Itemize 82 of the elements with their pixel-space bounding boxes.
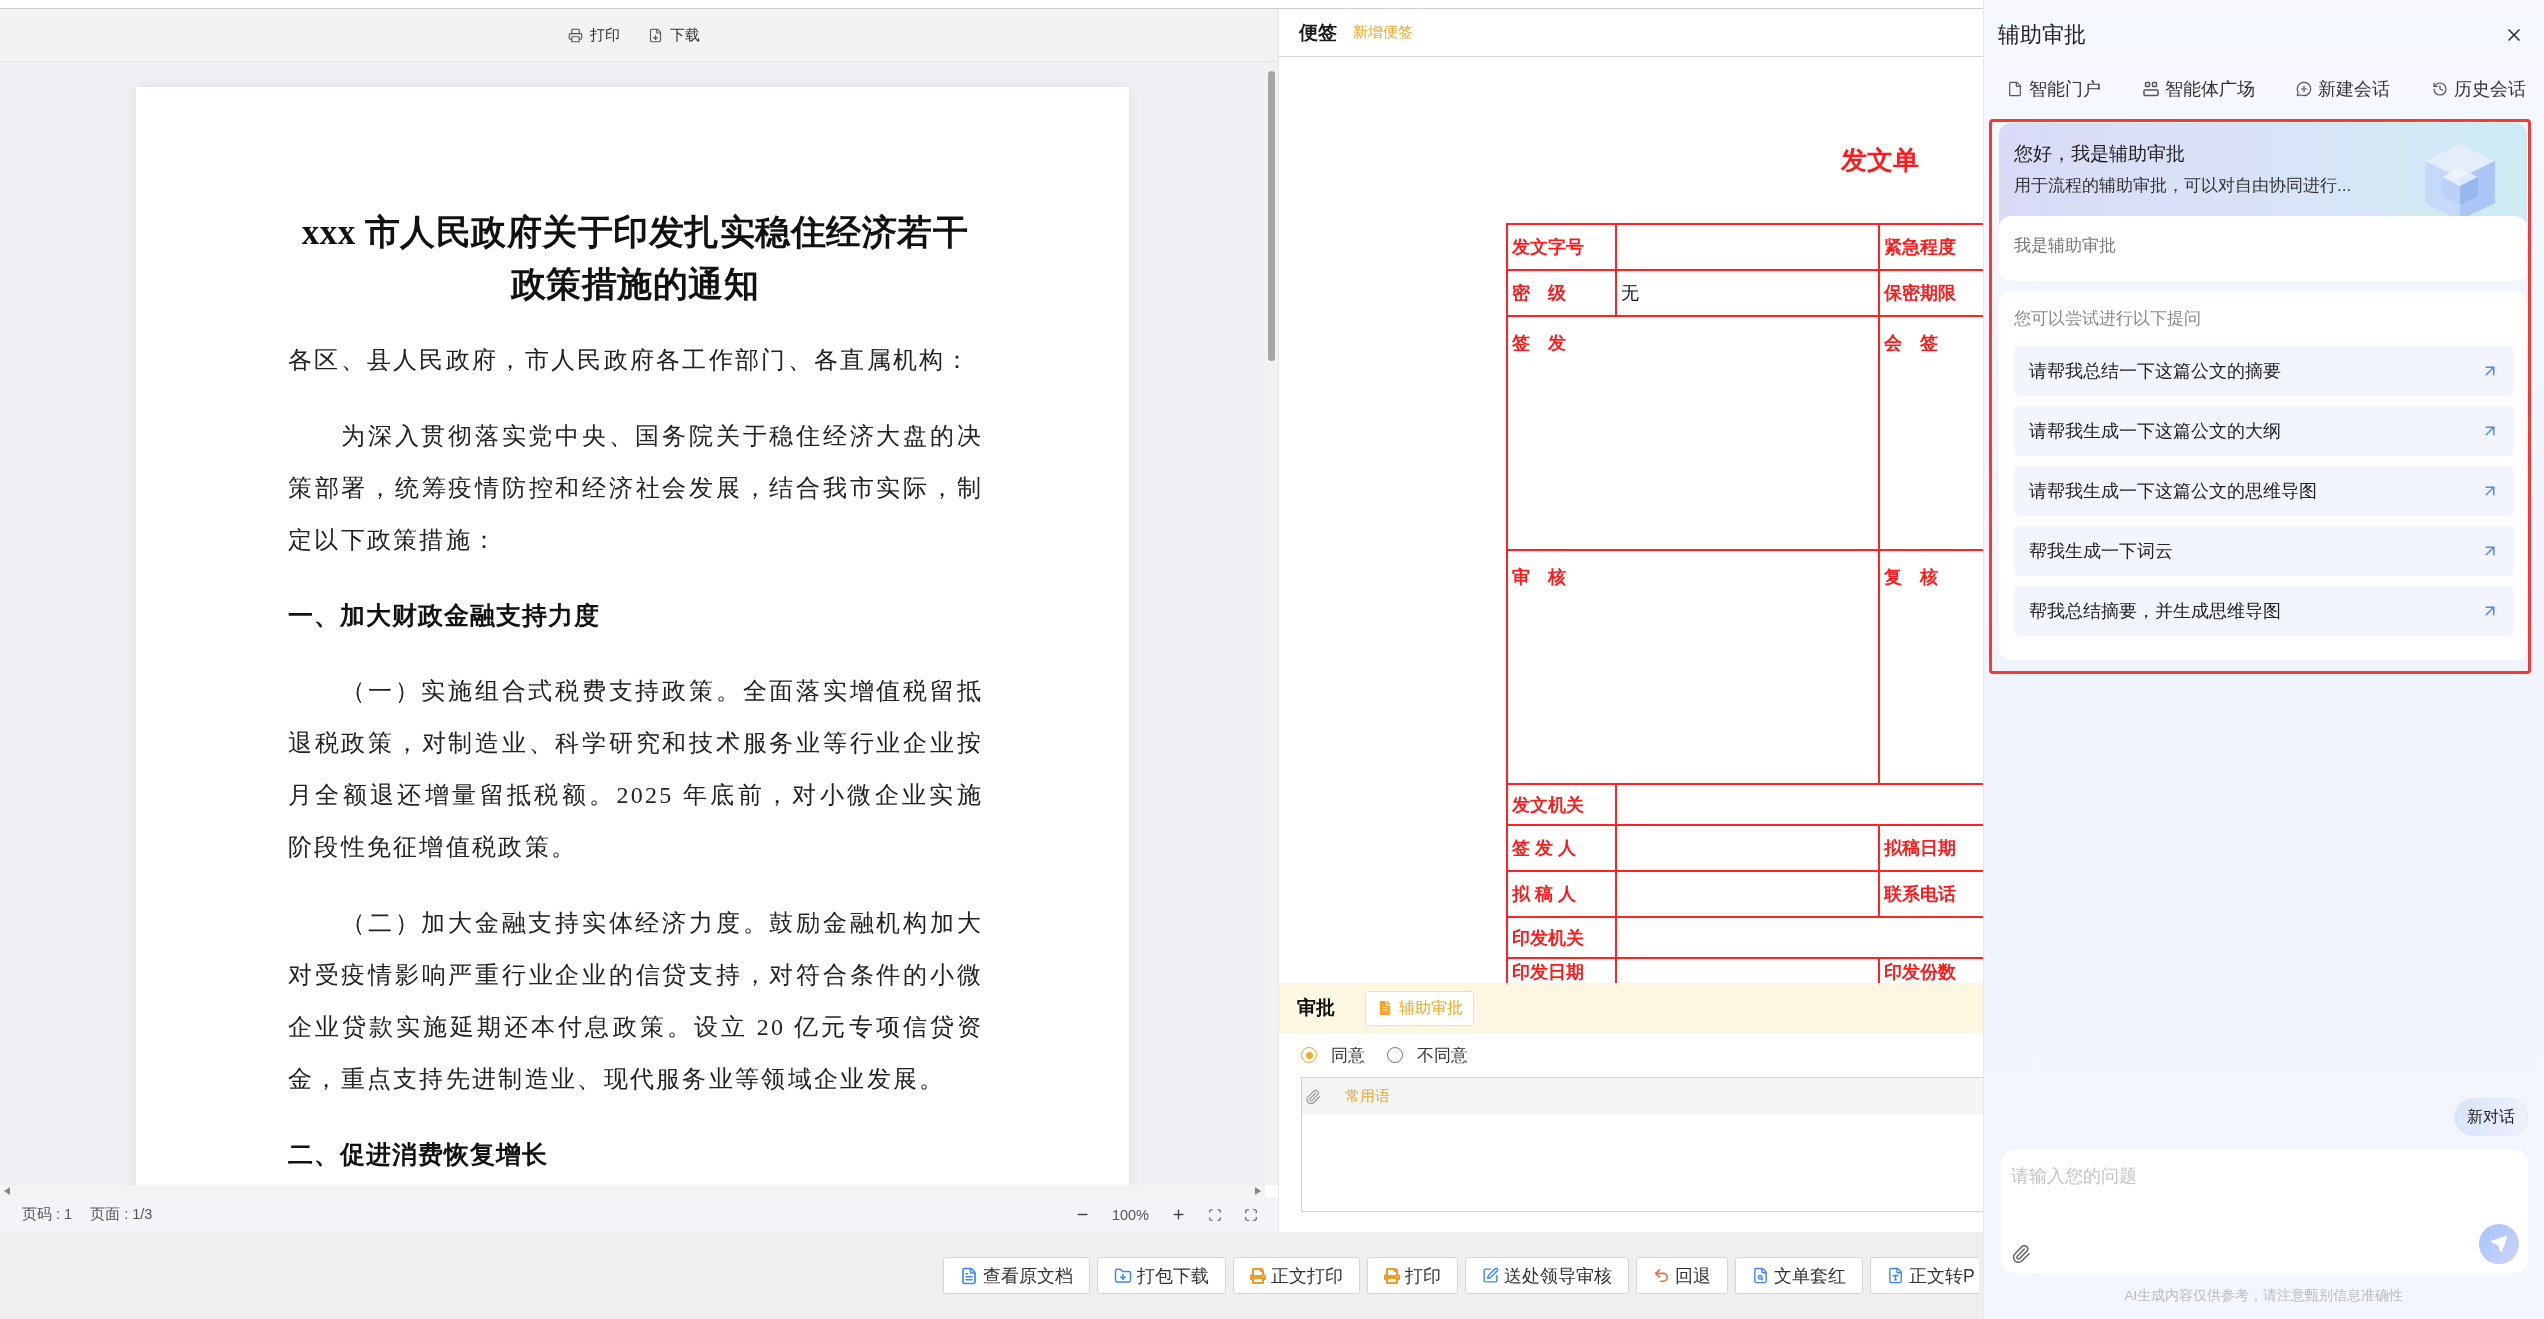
folder-download-icon	[1114, 1266, 1132, 1285]
document-icon	[960, 1266, 978, 1285]
suggestion-item[interactable]: 请帮我生成一下这篇公文的大纲	[2014, 406, 2514, 456]
new-chat-button[interactable]: 新对话	[2454, 1098, 2528, 1136]
intro-message: 我是辅助审批	[1999, 216, 2527, 281]
nav-link[interactable]: 智能体广场	[2142, 77, 2255, 101]
greeting-title: 您好，我是辅助审批	[2014, 142, 2186, 166]
suggestion-item[interactable]: 帮我总结摘要，并生成思维导图	[2014, 586, 2514, 636]
form-label: 签 发 人	[1507, 825, 1616, 871]
panel-title: 辅助审批	[1998, 21, 2086, 49]
action-button[interactable]: 查看原文档	[943, 1257, 1090, 1294]
radio-option[interactable]: 同意	[1301, 1043, 1365, 1067]
body-paragraph: 为深入贯彻落实党中央、国务院关于稳住经济大盘的决策部署，统筹疫情防控和经济社会发展，结合我市实际，制定以下政策措施：	[288, 422, 983, 555]
undo-icon	[1653, 1267, 1670, 1284]
printer-icon	[1384, 1267, 1400, 1284]
send-icon	[2490, 1235, 2508, 1253]
action-button[interactable]: 正文打印	[1233, 1257, 1360, 1294]
document-title: xxx 市人民政府关于印发扎实稳住经济若干政策措施的通知	[300, 212, 970, 306]
form-title: 发文单	[1841, 145, 1919, 175]
form-label: 发文机关	[1507, 784, 1616, 825]
chat-plus-icon	[2296, 81, 2313, 97]
nav-link[interactable]: 新建会话	[2296, 77, 2391, 101]
greeting-subtitle: 用于流程的辅助审批，可以对自由协同进行...	[2014, 175, 2352, 197]
nav-link[interactable]: 智能门户	[2007, 77, 2101, 101]
form-label: 会 签	[1884, 333, 1938, 353]
suggestion-item[interactable]: 请帮我总结一下这篇公文的摘要	[2014, 346, 2514, 396]
radio-button[interactable]	[1387, 1047, 1403, 1063]
paperclip-icon[interactable]	[1305, 1088, 1321, 1105]
form-label: 复 核	[1884, 567, 1938, 587]
suggestion-item[interactable]: 请帮我生成一下这篇公文的思维导图	[2014, 466, 2514, 516]
zoom-in-icon[interactable]	[1171, 1207, 1186, 1222]
suggestions-heading: 您可以尝试进行以下提问	[2014, 308, 2202, 330]
fullscreen-icon[interactable]	[1244, 1207, 1258, 1222]
body-paragraph: （二）加大金融支持实体经济力度。鼓励金融机构加大对受疫情影响严重行业企业的信贷支持，对符合条件的小微企业贷款实施延期还本付息政策。设立 20 亿元专项信贷资金，重点支持先进制造业、现代服务业等领域企业发展。	[288, 909, 983, 1094]
action-button[interactable]: 文单套红	[1735, 1257, 1863, 1294]
input-box[interactable]: 请输入您的问题	[2001, 1150, 2528, 1273]
pen-icon	[1482, 1267, 1499, 1284]
action-button[interactable]: 送处领导审核	[1465, 1257, 1629, 1294]
file-search-icon	[1752, 1267, 1769, 1284]
form-label: 发文字号	[1507, 224, 1616, 270]
toolbar-button[interactable]: 下载	[648, 25, 700, 45]
salutation-text: 各区、县人民政府，市人民政府各工作部门、各直属机构：	[288, 346, 973, 375]
file-icon	[2007, 81, 2023, 97]
action-button[interactable]: 打包下载	[1097, 1257, 1226, 1294]
radio-option[interactable]: 不同意	[1387, 1043, 1468, 1067]
scroll-right-icon[interactable]	[1255, 1187, 1261, 1195]
section-heading: 二、促进消费恢复增长	[288, 1139, 549, 1170]
page-number-text: 页码 : 1	[22, 1205, 73, 1224]
toolbar-button[interactable]: 打印	[568, 25, 620, 45]
scan-frame-icon[interactable]	[1208, 1207, 1222, 1222]
nav-link[interactable]: 历史会话	[2431, 77, 2526, 101]
suggestion-item[interactable]: 帮我生成一下词云	[2014, 526, 2514, 576]
radio-button[interactable]	[1301, 1047, 1317, 1063]
question-field[interactable]: 请输入您的问题	[2011, 1164, 2519, 1224]
form-label: 审 核	[1512, 567, 1566, 587]
section-heading: 一、加大财政金融支持力度	[288, 600, 601, 631]
approval-title: 审批	[1297, 996, 1335, 1020]
horizontal-scrollbar[interactable]	[0, 1185, 1265, 1197]
form-label: 印发机关	[1507, 917, 1616, 958]
file-download-icon	[648, 27, 663, 43]
scrollbar-thumb[interactable]	[1268, 71, 1275, 361]
grid-icon	[2142, 81, 2159, 97]
paperclip-icon[interactable]	[2011, 1244, 2031, 1264]
form-label: 拟 稿 人	[1507, 871, 1616, 917]
zoom-level-text: 100%	[1111, 1206, 1149, 1223]
send-button[interactable]	[2479, 1224, 2519, 1264]
form-label: 密 级	[1507, 270, 1616, 316]
form-value: 无	[1616, 270, 1879, 316]
scroll-left-icon[interactable]	[4, 1187, 10, 1195]
file-icon	[1887, 1267, 1904, 1284]
action-button[interactable]: 打印	[1367, 1257, 1458, 1294]
action-button[interactable]: 回退	[1636, 1257, 1728, 1294]
history-icon	[2431, 81, 2448, 97]
document-icon	[1378, 1001, 1392, 1015]
notes-title: 便签	[1299, 20, 1337, 45]
page-count-text: 页面 : 1/3	[90, 1205, 153, 1224]
action-button[interactable]: 正文转P	[1870, 1257, 1979, 1294]
body-paragraph: （一）实施组合式税费支持政策。全面落实增值税留抵退税政策，对制造业、科学研究和技术服务业等行业企业按月全额退还增量留抵税额。2025 年底前，对小微企业实施阶段性免征增值税政策。	[288, 677, 983, 862]
printer-icon	[568, 27, 583, 43]
disclaimer-text: AI生成内容仅供参考，请注意甄别信息准确性	[2123, 1287, 2405, 1305]
form-label: 签 发	[1512, 333, 1566, 353]
printer-icon	[1250, 1267, 1266, 1284]
